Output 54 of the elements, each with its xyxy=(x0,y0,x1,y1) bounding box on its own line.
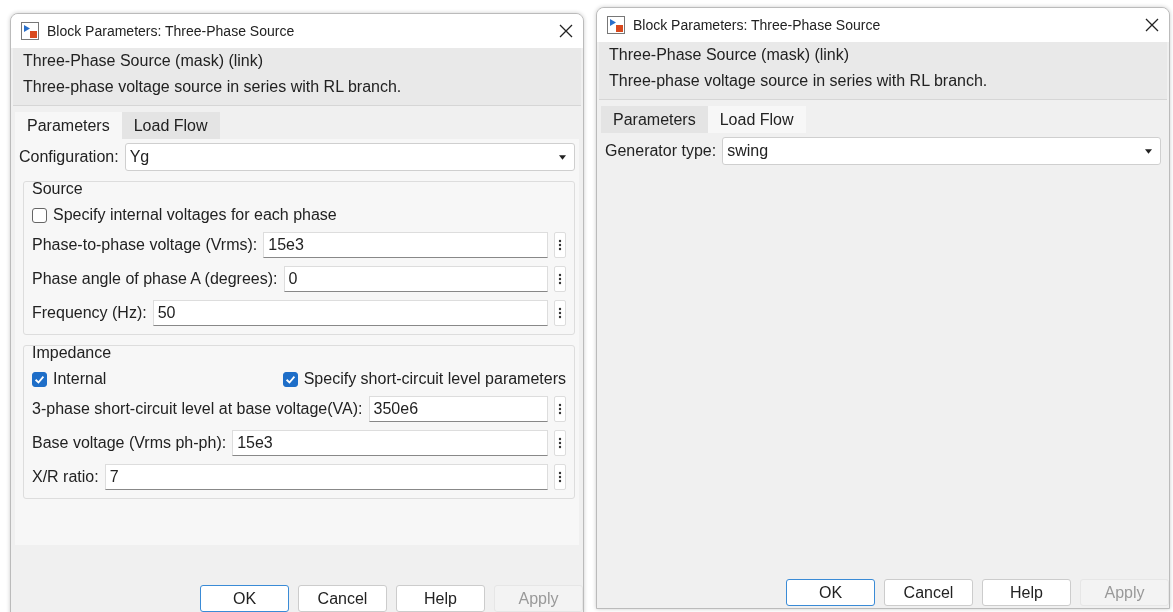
dialog-button[interactable]: Cancel xyxy=(884,579,973,606)
caret-icon xyxy=(1145,148,1152,154)
more-options-icon[interactable] xyxy=(554,430,566,456)
input-field[interactable]: 15e3 xyxy=(232,430,548,456)
more-options-icon[interactable] xyxy=(554,464,566,490)
field-label: Generator type: xyxy=(605,142,717,160)
more-options-icon[interactable] xyxy=(554,232,566,258)
field-label: Phase-to-phase voltage (Vrms): xyxy=(32,236,258,254)
input-field[interactable]: 7 xyxy=(104,464,548,490)
tab[interactable]: Parameters xyxy=(15,112,122,139)
checkbox[interactable] xyxy=(32,207,47,223)
input-field[interactable]: 15e3 xyxy=(263,232,548,258)
close-icon[interactable] xyxy=(559,24,573,38)
tab[interactable]: Load Flow xyxy=(121,112,220,139)
field-label: Configuration: xyxy=(19,148,119,166)
more-options-icon[interactable] xyxy=(554,396,566,422)
tab[interactable]: Load Flow xyxy=(707,106,806,133)
block-description: Three-phase voltage source in series with RL branch. xyxy=(23,78,403,96)
group-title: Source xyxy=(32,180,84,198)
input-field[interactable]: 350e6 xyxy=(368,396,548,422)
caret-icon xyxy=(559,154,566,160)
block-description: Three-phase voltage source in series with RL branch. xyxy=(609,72,989,90)
dropdown[interactable]: Yg xyxy=(124,143,575,171)
field-label: 3-phase short-circuit level at base voltage(VA): xyxy=(32,400,363,418)
checkbox-label: Internal xyxy=(53,370,107,388)
close-icon[interactable] xyxy=(1145,18,1159,32)
window-title: Block Parameters: Three-Phase Source xyxy=(633,17,882,33)
dropdown-value: swing xyxy=(727,142,770,160)
field-label: X/R ratio: xyxy=(32,468,99,486)
mask-title: Three-Phase Source (mask) (link) xyxy=(23,52,265,70)
dialog-button[interactable]: Help xyxy=(396,585,485,612)
more-options-icon[interactable] xyxy=(554,266,566,292)
window-title: Block Parameters: Three-Phase Source xyxy=(47,23,296,39)
field-label: Base voltage (Vrms ph-ph): xyxy=(32,434,227,452)
input-field[interactable]: 50 xyxy=(152,300,548,326)
dropdown-value: Yg xyxy=(129,148,151,166)
checkbox-label: Specify short-circuit level parameters xyxy=(303,370,566,388)
checkbox[interactable] xyxy=(282,371,298,387)
mask-title: Three-Phase Source (mask) (link) xyxy=(609,46,851,64)
dialog-button[interactable]: Help xyxy=(982,579,1071,606)
tab[interactable]: Parameters xyxy=(601,106,708,133)
dialog-button[interactable]: Cancel xyxy=(298,585,387,612)
checkbox-label: Specify internal voltages for each phase xyxy=(53,206,337,224)
block-icon xyxy=(607,16,625,34)
field-label: Phase angle of phase A (degrees): xyxy=(32,270,278,288)
more-options-icon[interactable] xyxy=(554,300,566,326)
group-title: Impedance xyxy=(32,344,113,362)
field-label: Frequency (Hz): xyxy=(32,304,147,322)
dialog-button[interactable]: OK xyxy=(200,585,289,612)
block-icon xyxy=(21,22,39,40)
dropdown[interactable]: swing xyxy=(722,137,1161,165)
dialog-button[interactable]: OK xyxy=(786,579,875,606)
input-field[interactable]: 0 xyxy=(283,266,548,292)
checkbox[interactable] xyxy=(32,371,47,387)
